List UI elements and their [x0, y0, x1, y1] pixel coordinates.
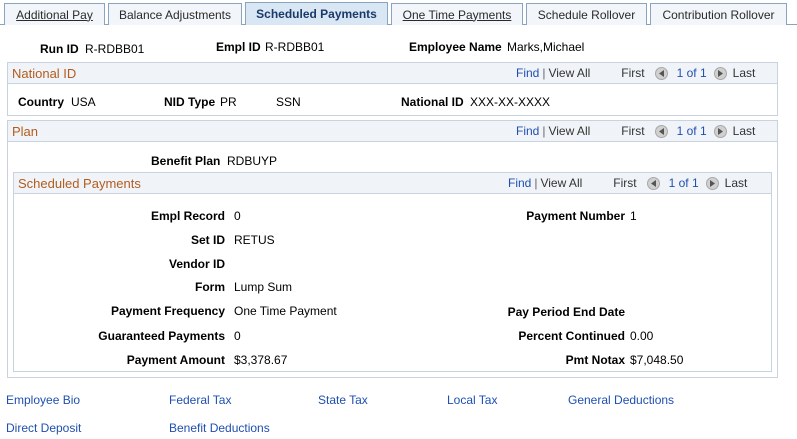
next-arrow-icon[interactable]: [705, 176, 719, 190]
tab-bar: Additional Pay Balance Adjustments Sched…: [0, 0, 797, 25]
row-range: 1 of 1: [676, 66, 707, 80]
previous-arrow-icon[interactable]: [646, 176, 660, 190]
scheduled-payments-section: Scheduled Payments Find | View All First…: [13, 172, 772, 372]
tab-additional-pay[interactable]: Additional Pay: [4, 3, 105, 25]
state-tax-link[interactable]: State Tax: [318, 393, 368, 407]
empl-record-label: Empl Record: [150, 209, 225, 223]
percent-continued-value: 0.00: [630, 329, 654, 343]
direct-deposit-link[interactable]: Direct Deposit: [6, 421, 81, 435]
empl-id-value: R-RDBB01: [265, 40, 325, 54]
vendor-id-label: Vendor ID: [168, 257, 225, 271]
pmt-notax-label: Pmt Notax: [565, 353, 625, 367]
country-value: USA: [71, 95, 96, 109]
employee-name-value: Marks,Michael: [507, 40, 585, 54]
form-value: Lump Sum: [234, 280, 293, 294]
nid-type-description: SSN: [276, 95, 301, 109]
next-arrow-icon[interactable]: [713, 124, 727, 138]
row-range: 1 of 1: [668, 176, 699, 190]
national-id-nav: Find | View All First 1 of 1 Last: [516, 66, 756, 80]
payment-amount-label: Payment Amount: [126, 353, 225, 367]
set-id-value: RETUS: [234, 233, 275, 247]
first-link[interactable]: First: [621, 66, 644, 80]
empl-id-label: Empl ID: [216, 40, 261, 54]
guaranteed-payments-value: 0: [234, 329, 241, 343]
tab-balance-adjustments[interactable]: Balance Adjustments: [108, 3, 242, 25]
plan-nav: Find | View All First 1 of 1 Last: [516, 124, 756, 138]
nid-type-value: PR: [220, 95, 237, 109]
benefit-plan-label: Benefit Plan: [151, 154, 221, 168]
first-link[interactable]: First: [621, 124, 644, 138]
view-all-link[interactable]: View All: [548, 66, 590, 80]
benefit-plan-value: RDBUYP: [227, 154, 278, 168]
last-link[interactable]: Last: [733, 124, 756, 138]
form-label: Form: [195, 280, 225, 294]
local-tax-link[interactable]: Local Tax: [447, 393, 497, 407]
national-id-title: National ID: [12, 66, 77, 81]
nid-type-label: NID Type: [164, 95, 216, 109]
guaranteed-payments-label: Guaranteed Payments: [98, 329, 225, 343]
national-id-value: XXX-XX-XXXX: [470, 95, 551, 109]
plan-title: Plan: [12, 124, 39, 139]
payment-number-label: Payment Number: [526, 209, 625, 223]
payment-frequency-value: One Time Payment: [234, 304, 337, 318]
pmt-notax-value: $7,048.50: [630, 353, 684, 367]
payment-number-value: 1: [630, 209, 637, 223]
find-link[interactable]: Find: [516, 66, 539, 80]
last-link[interactable]: Last: [733, 66, 756, 80]
pay-period-end-date-label: Pay Period End Date: [507, 305, 625, 319]
country-label: Country: [18, 95, 64, 109]
scheduled-payments-nav: Find | View All First 1 of 1 Last: [508, 176, 748, 190]
plan-section: Plan Find | View All First 1 of 1 Last B…: [7, 120, 778, 378]
tab-contribution-rollover[interactable]: Contribution Rollover: [650, 3, 787, 25]
general-deductions-link[interactable]: General Deductions: [568, 393, 674, 407]
view-all-link[interactable]: View All: [548, 124, 590, 138]
previous-arrow-icon[interactable]: [654, 124, 668, 138]
find-link[interactable]: Find: [508, 176, 531, 190]
previous-arrow-icon[interactable]: [654, 66, 668, 80]
find-link[interactable]: Find: [516, 124, 539, 138]
scheduled-payments-title: Scheduled Payments: [18, 176, 141, 191]
payment-frequency-label: Payment Frequency: [110, 304, 225, 318]
tab-schedule-rollover[interactable]: Schedule Rollover: [526, 3, 647, 25]
run-id-label: Run ID: [40, 42, 79, 56]
percent-continued-label: Percent Continued: [518, 329, 625, 343]
payment-amount-value: $3,378.67: [234, 353, 288, 367]
first-link[interactable]: First: [613, 176, 636, 190]
set-id-label: Set ID: [190, 233, 225, 247]
view-all-link[interactable]: View All: [540, 176, 582, 190]
federal-tax-link[interactable]: Federal Tax: [169, 393, 231, 407]
employee-bio-link[interactable]: Employee Bio: [6, 393, 80, 407]
employee-name-label: Employee Name: [409, 40, 502, 54]
row-range: 1 of 1: [676, 124, 707, 138]
tab-one-time-payments[interactable]: One Time Payments: [391, 3, 523, 25]
last-link[interactable]: Last: [725, 176, 748, 190]
empl-record-value: 0: [234, 209, 241, 223]
run-id-value: R-RDBB01: [85, 42, 145, 56]
national-id-label: National ID: [401, 95, 464, 109]
benefit-deductions-link[interactable]: Benefit Deductions: [169, 421, 270, 435]
next-arrow-icon[interactable]: [713, 66, 727, 80]
tab-scheduled-payments[interactable]: Scheduled Payments: [245, 2, 388, 25]
national-id-section: National ID Find | View All First 1 of 1…: [7, 62, 778, 116]
